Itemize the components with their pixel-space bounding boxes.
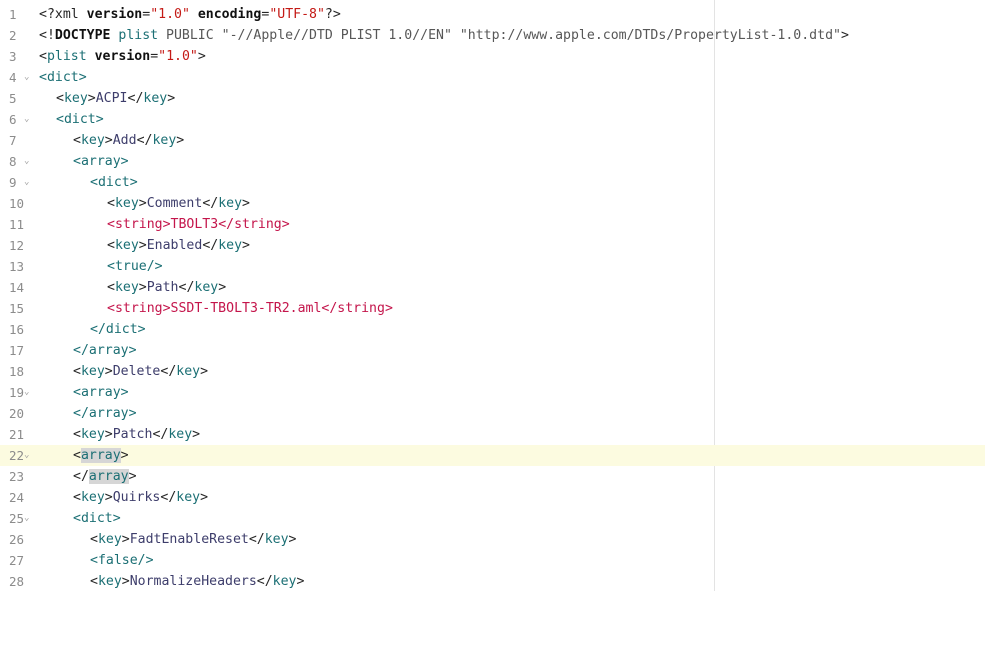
code-line[interactable]: 6 ⌄ <dict> xyxy=(0,109,985,130)
code-line[interactable]: 25 ⌄ <dict> xyxy=(0,508,985,529)
code-text: </dict> xyxy=(90,322,146,337)
line-number: 10 xyxy=(9,196,25,211)
code-line[interactable]: 5 <key>ACPI</key> xyxy=(0,88,985,109)
code-line[interactable]: 13 <true/> xyxy=(0,256,985,277)
chevron-down-icon[interactable]: ⌄ xyxy=(24,151,29,172)
line-number: 21 xyxy=(9,427,25,442)
line-number: 20 xyxy=(9,406,25,421)
code-line[interactable]: 9 ⌄ <dict> xyxy=(0,172,985,193)
chevron-down-icon[interactable]: ⌄ xyxy=(24,109,29,130)
code-line[interactable]: 21 <key>Patch</key> xyxy=(0,424,985,445)
code-text: <!DOCTYPE plist PUBLIC "-//Apple//DTD PL… xyxy=(39,28,849,43)
code-editor[interactable]: 1 <?xml version="1.0" encoding="UTF-8"?>… xyxy=(0,0,985,591)
code-line[interactable]: 27 <false/> xyxy=(0,550,985,571)
code-text: <array> xyxy=(73,154,129,169)
line-number: 28 xyxy=(9,574,25,589)
line-number: 5 xyxy=(9,91,17,106)
code-text: <dict> xyxy=(39,70,87,85)
line-number: 9 xyxy=(9,175,17,190)
line-number: 23 xyxy=(9,469,25,484)
code-line[interactable]: 17 </array> xyxy=(0,340,985,361)
code-text: <plist version="1.0"> xyxy=(39,49,206,64)
code-line[interactable]: 12 <key>Enabled</key> xyxy=(0,235,985,256)
code-text: <key>Delete</key> xyxy=(73,364,209,379)
current-line-highlight[interactable]: 22 ⌄ <array> xyxy=(0,445,985,466)
code-text: <key>Path</key> xyxy=(107,280,227,295)
line-number: 12 xyxy=(9,238,25,253)
code-line[interactable]: 26 <key>FadtEnableReset</key> xyxy=(0,529,985,550)
line-number: 15 xyxy=(9,301,25,316)
chevron-down-icon[interactable]: ⌄ xyxy=(24,445,29,466)
line-number: 27 xyxy=(9,553,25,568)
code-text: <key>Enabled</key> xyxy=(107,238,250,253)
code-line[interactable]: 28 <key>NormalizeHeaders</key> xyxy=(0,571,985,592)
line-number: 11 xyxy=(9,217,25,232)
code-text: <key>FadtEnableReset</key> xyxy=(90,532,297,547)
code-line[interactable]: 14 <key>Path</key> xyxy=(0,277,985,298)
line-number: 24 xyxy=(9,490,25,505)
line-number: 4 xyxy=(9,70,17,85)
line-number: 18 xyxy=(9,364,25,379)
code-line[interactable]: 2 <!DOCTYPE plist PUBLIC "-//Apple//DTD … xyxy=(0,25,985,46)
code-text: </array> xyxy=(73,406,137,421)
line-number: 22 xyxy=(9,448,25,463)
bracket-match-highlight: array xyxy=(88,469,129,484)
code-text: <dict> xyxy=(90,175,138,190)
line-number: 6 xyxy=(9,112,17,127)
code-text: <dict> xyxy=(73,511,121,526)
line-number: 13 xyxy=(9,259,25,274)
code-text: <array> xyxy=(73,385,129,400)
code-text: <string>SSDT-TBOLT3-TR2.aml</string> xyxy=(107,301,393,316)
code-line[interactable]: 1 <?xml version="1.0" encoding="UTF-8"?> xyxy=(0,4,985,25)
code-text: <key>Quirks</key> xyxy=(73,490,209,505)
chevron-down-icon[interactable]: ⌄ xyxy=(24,67,29,88)
line-number: 3 xyxy=(9,49,17,64)
code-text: <key>Comment</key> xyxy=(107,196,250,211)
code-text: </array> xyxy=(73,343,137,358)
line-number: 19 xyxy=(9,385,25,400)
code-line[interactable]: 11 <string>TBOLT3</string> xyxy=(0,214,985,235)
code-line[interactable]: 8 ⌄ <array> xyxy=(0,151,985,172)
code-line[interactable]: 24 <key>Quirks</key> xyxy=(0,487,985,508)
code-text: <string>TBOLT3</string> xyxy=(107,217,290,232)
bracket-match-highlight: array xyxy=(80,448,121,463)
code-text: <key>Add</key> xyxy=(73,133,185,148)
code-text: <?xml version="1.0" encoding="UTF-8"?> xyxy=(39,7,341,22)
code-line[interactable]: 18 <key>Delete</key> xyxy=(0,361,985,382)
line-number: 17 xyxy=(9,343,25,358)
code-text: <true/> xyxy=(107,259,163,274)
code-line[interactable]: 16 </dict> xyxy=(0,319,985,340)
code-line[interactable]: 3 <plist version="1.0"> xyxy=(0,46,985,67)
line-number: 7 xyxy=(9,133,17,148)
code-text: <false/> xyxy=(90,553,154,568)
chevron-down-icon[interactable]: ⌄ xyxy=(24,382,29,403)
code-text: <dict> xyxy=(56,112,104,127)
code-text: <key>ACPI</key> xyxy=(56,91,176,106)
code-text: <array> xyxy=(73,448,129,463)
chevron-down-icon[interactable]: ⌄ xyxy=(24,172,29,193)
line-number: 2 xyxy=(9,28,17,43)
code-line[interactable]: 23 </array> xyxy=(0,466,985,487)
line-number: 25 xyxy=(9,511,25,526)
code-line[interactable]: 7 <key>Add</key> xyxy=(0,130,985,151)
code-line[interactable]: 4 ⌄ <dict> xyxy=(0,67,985,88)
line-number: 1 xyxy=(9,7,17,22)
line-number: 26 xyxy=(9,532,25,547)
line-number: 16 xyxy=(9,322,25,337)
code-line[interactable]: 10 <key>Comment</key> xyxy=(0,193,985,214)
chevron-down-icon[interactable]: ⌄ xyxy=(24,508,29,529)
code-text: <key>NormalizeHeaders</key> xyxy=(90,574,305,589)
code-line[interactable]: 20 </array> xyxy=(0,403,985,424)
code-line[interactable]: 15 <string>SSDT-TBOLT3-TR2.aml</string> xyxy=(0,298,985,319)
code-text: </array> xyxy=(73,469,137,484)
code-line[interactable]: 19 ⌄ <array> xyxy=(0,382,985,403)
line-number: 8 xyxy=(9,154,17,169)
line-number: 14 xyxy=(9,280,25,295)
code-text: <key>Patch</key> xyxy=(73,427,201,442)
